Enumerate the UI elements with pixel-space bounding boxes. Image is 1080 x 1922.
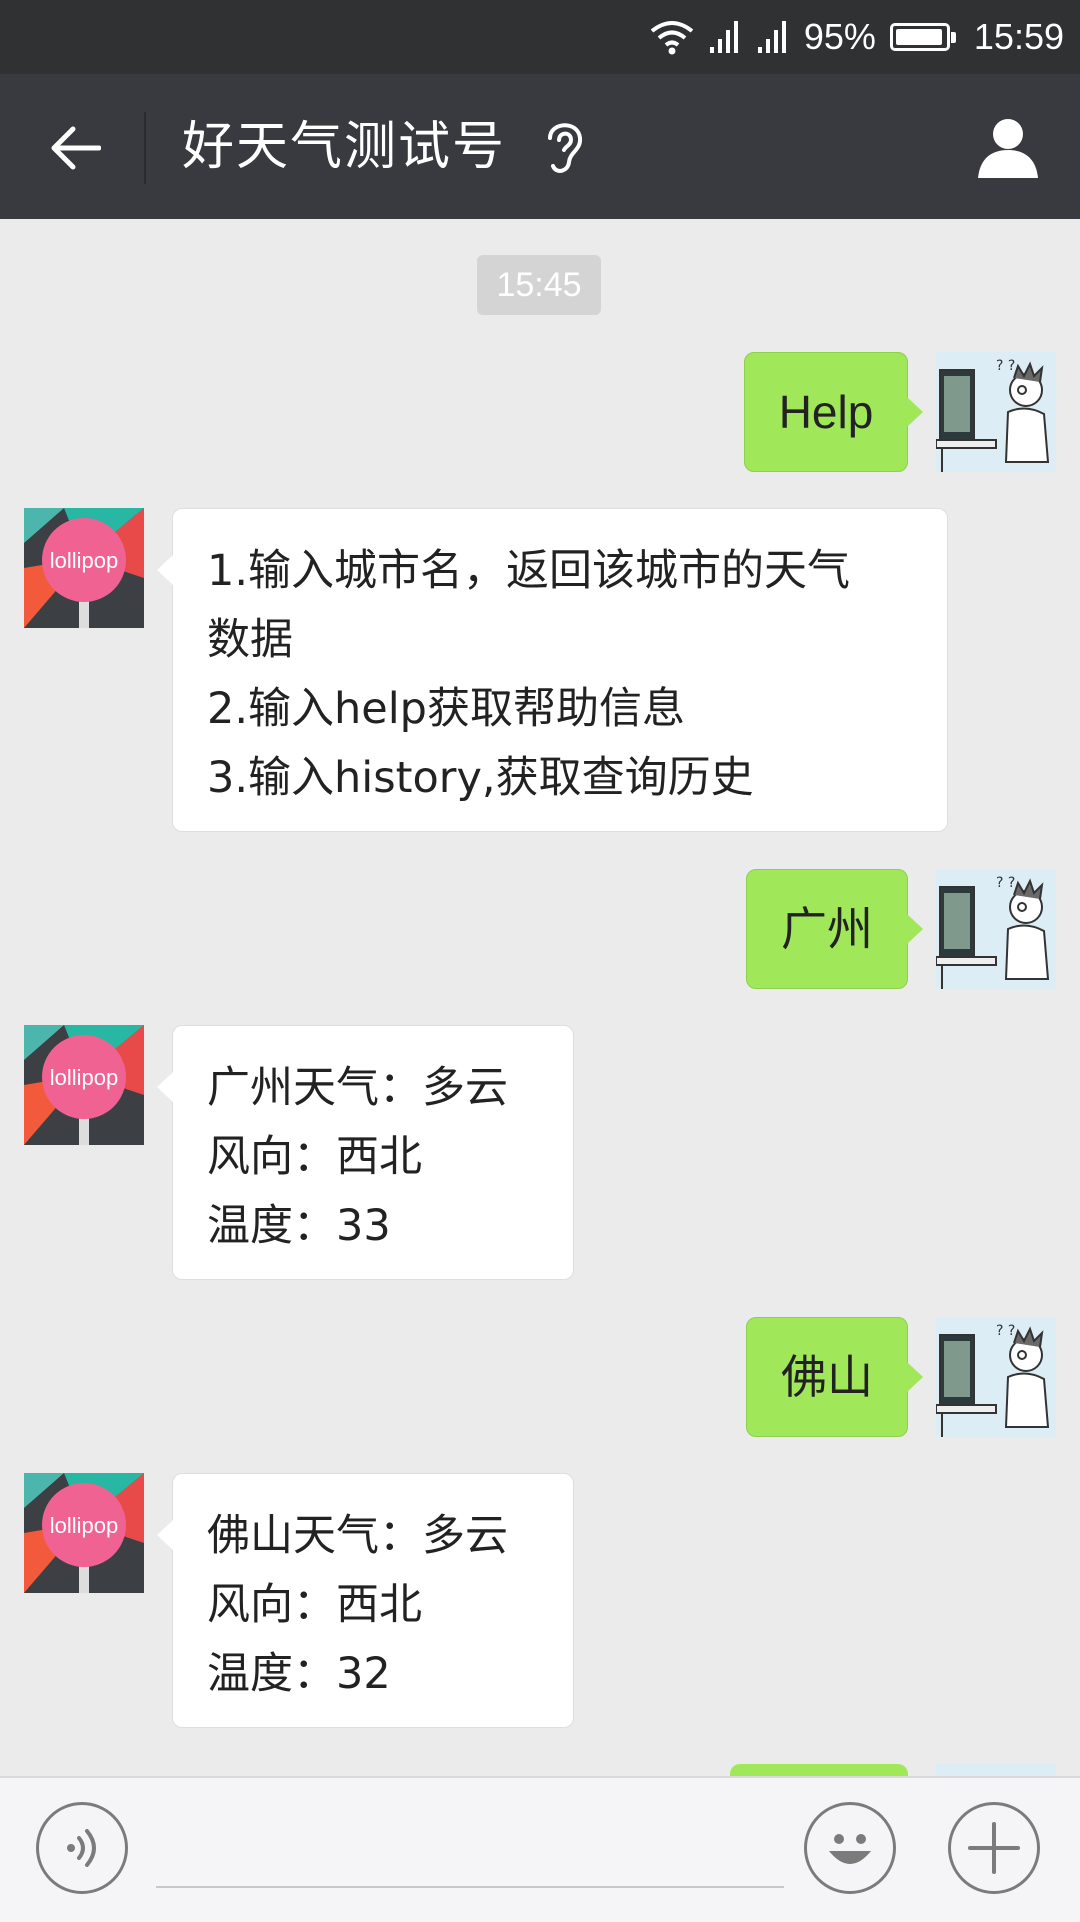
outgoing-message[interactable]: 佛山 [746, 1317, 923, 1437]
bot-avatar[interactable]: lollipop [24, 1025, 144, 1145]
lollipop-avatar-image: lollipop [24, 1025, 144, 1145]
signal-icon [757, 21, 786, 53]
voice-button[interactable] [36, 1802, 128, 1894]
message-line: 风向：西北 [207, 1132, 422, 1182]
outgoing-message-partial [730, 1764, 908, 1776]
chat-header: 好天气测试号 [0, 74, 1080, 219]
programmer-avatar-image: ? ? [936, 1317, 1056, 1437]
svg-text:? ?: ? ? [996, 358, 1015, 374]
message-text: 佛山 [781, 1351, 873, 1403]
bot-avatar-text: lollipop [50, 548, 119, 573]
incoming-message[interactable]: 广州天气：多云 风向：西北 温度：33 [157, 1025, 574, 1280]
back-arrow-icon [51, 126, 101, 170]
battery-icon [889, 23, 956, 51]
incoming-message[interactable]: 佛山天气：多云 风向：西北 温度：32 [157, 1473, 574, 1728]
user-avatar-partial [936, 1764, 1056, 1776]
message-line: 佛山天气：多云 [207, 1511, 508, 1561]
message-line: 温度：32 [207, 1649, 391, 1699]
message-text: 广州 [781, 903, 873, 955]
emoji-button[interactable] [804, 1802, 896, 1894]
header-divider [144, 112, 146, 184]
message-line: 温度：33 [207, 1201, 391, 1251]
more-button[interactable] [948, 1802, 1040, 1894]
outgoing-message[interactable]: Help [744, 352, 923, 472]
profile-icon[interactable] [972, 112, 1044, 184]
signal-icon [709, 21, 738, 53]
chat-title: 好天气测试号 [182, 117, 507, 177]
message-line: 2.输入help获取帮助信息 [207, 684, 685, 734]
bot-avatar[interactable]: lollipop [24, 1473, 144, 1593]
incoming-message[interactable]: 1.输入城市名，返回该城市的天气 数据 2.输入help获取帮助信息 3.输入h… [157, 508, 948, 832]
bot-avatar-text: lollipop [50, 1065, 119, 1090]
programmer-avatar-image: ? ? [936, 352, 1056, 472]
wifi-icon [650, 21, 694, 55]
user-avatar[interactable]: ? ? [936, 352, 1056, 472]
status-icons: 95% 15:59 [650, 0, 1064, 74]
user-avatar[interactable]: ? ? [936, 869, 1056, 989]
user-avatar[interactable]: ? ? [936, 1317, 1056, 1437]
back-button[interactable] [30, 106, 120, 190]
message-line: 1.输入城市名，返回该城市的天气 [207, 546, 851, 596]
message-input[interactable] [156, 1822, 784, 1888]
message-text: Help [778, 386, 874, 438]
input-bar [0, 1776, 1080, 1922]
status-bar: 95% 15:59 [0, 0, 1080, 74]
plus-icon [968, 1822, 1020, 1874]
message-line: 数据 [207, 615, 293, 665]
message-line: 3.输入history,获取查询历史 [207, 753, 754, 803]
programmer-avatar-image: ? ? [936, 869, 1056, 989]
message-line: 广州天气：多云 [207, 1063, 508, 1113]
bot-avatar[interactable]: lollipop [24, 508, 144, 628]
svg-text:? ?: ? ? [996, 1323, 1015, 1339]
emoji-icon [829, 1834, 871, 1864]
ear-icon[interactable] [540, 116, 588, 178]
battery-percent: 95% [803, 16, 876, 57]
svg-text:? ?: ? ? [996, 875, 1015, 891]
bot-avatar-text: lollipop [50, 1513, 119, 1538]
message-timestamp: 15:45 [477, 255, 601, 315]
lollipop-avatar-image: lollipop [24, 1473, 144, 1593]
outgoing-message[interactable]: 广州 [746, 869, 923, 989]
clock: 15:59 [973, 16, 1064, 57]
message-line: 风向：西北 [207, 1580, 422, 1630]
lollipop-avatar-image: lollipop [24, 508, 144, 628]
voice-icon [67, 1829, 96, 1867]
